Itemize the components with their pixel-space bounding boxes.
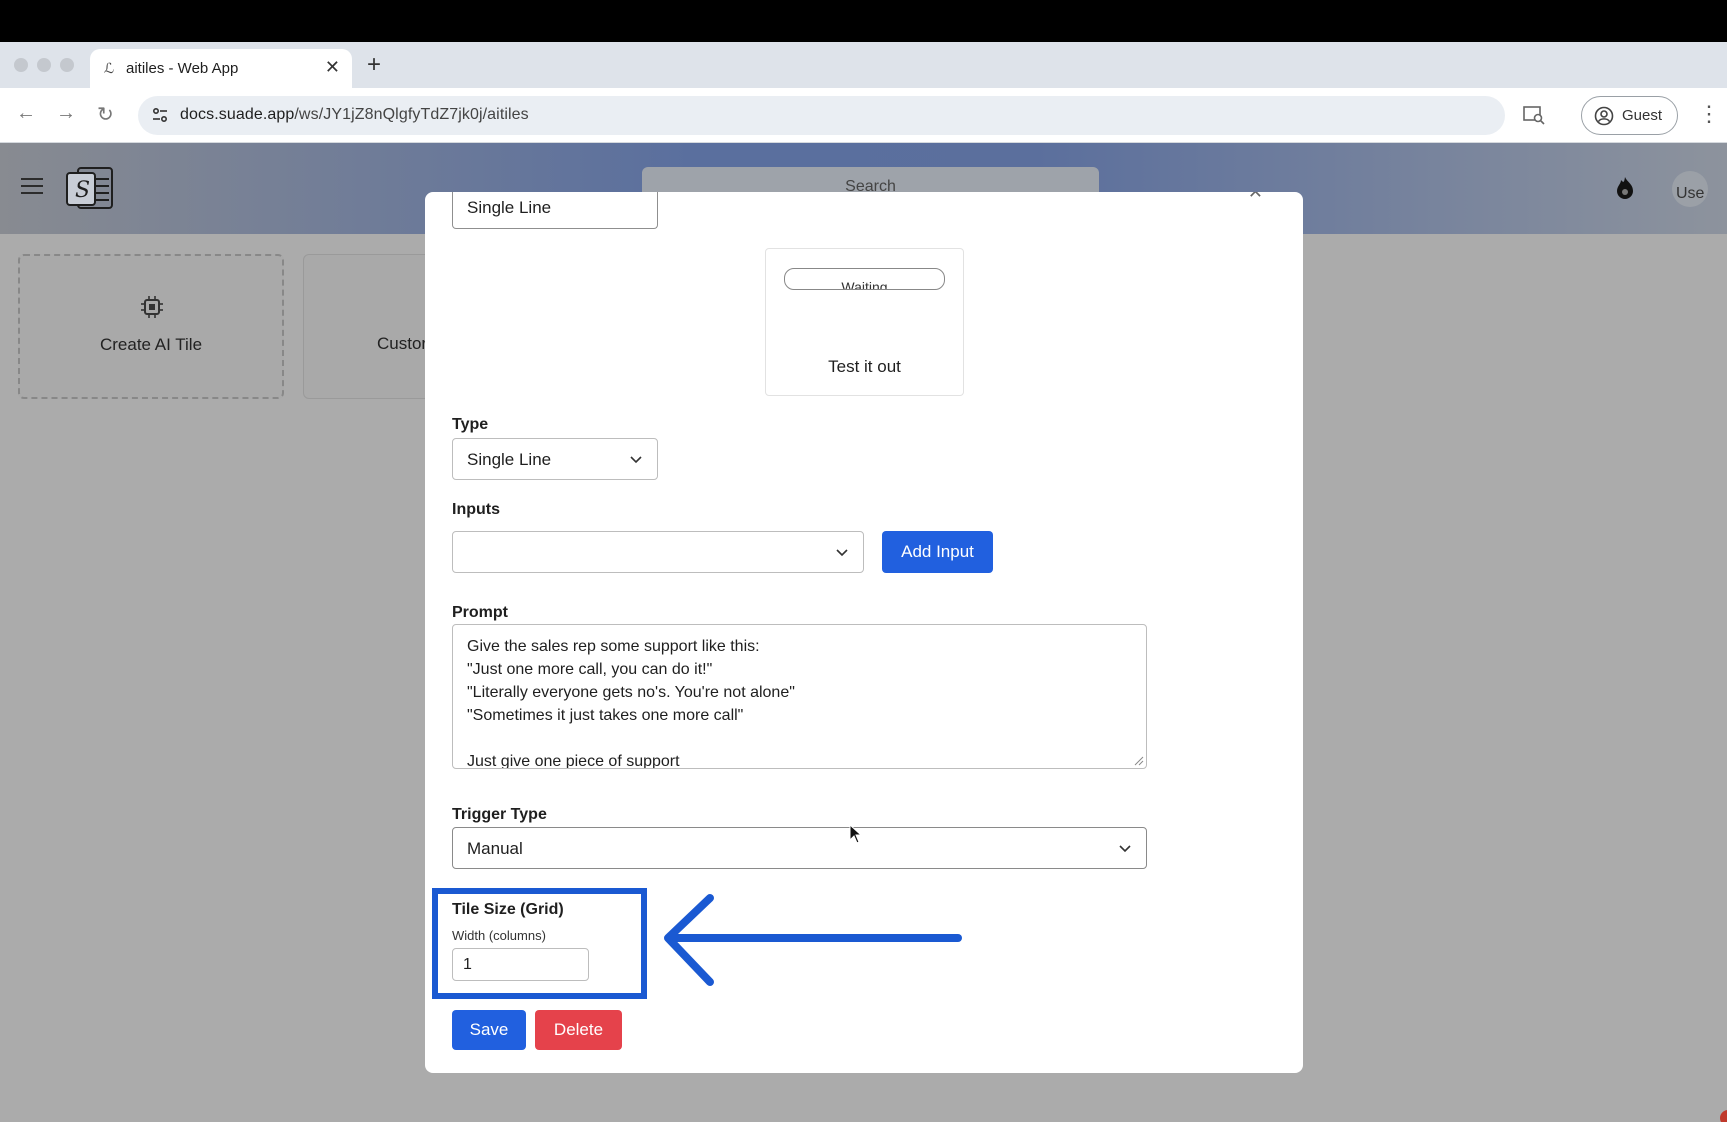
recording-indicator (1720, 1110, 1727, 1122)
save-button[interactable]: Save (452, 1010, 526, 1050)
trigger-type-label: Trigger Type (452, 806, 547, 823)
reload-icon[interactable]: ↻ (97, 102, 114, 127)
delete-button[interactable]: Delete (535, 1010, 622, 1050)
profile-label: Guest (1622, 107, 1663, 124)
site-settings-icon[interactable] (150, 105, 170, 125)
inputs-label: Inputs (452, 501, 500, 518)
width-columns-value: 1 (463, 956, 472, 973)
mouse-cursor-icon (849, 824, 863, 844)
type-value: Single Line (467, 450, 552, 469)
chevron-down-icon (836, 549, 848, 557)
chevron-down-icon (630, 456, 642, 464)
create-ai-tile-card[interactable]: Create AI Tile (18, 254, 284, 399)
prompt-line: "Literally everyone gets no's. You're no… (467, 684, 795, 701)
add-input-button[interactable]: Add Input (882, 531, 993, 573)
app-logo: S (66, 167, 113, 209)
chip-icon (141, 296, 163, 318)
trigger-type-select[interactable]: Manual (452, 827, 1147, 869)
prompt-label: Prompt (452, 604, 508, 621)
profile-icon (1594, 106, 1614, 126)
cast-search-icon[interactable] (1523, 105, 1545, 125)
svg-text:S: S (75, 178, 90, 203)
url-input[interactable]: docs.suade.app/ws/JY1jZ8nQlgfyTdZ7jk0j/a… (138, 96, 1505, 135)
annotation-arrow (664, 894, 962, 986)
inputs-select[interactable] (452, 531, 864, 573)
prompt-textarea[interactable]: Give the sales rep some support like thi… (452, 624, 1147, 769)
window-zoom-dot[interactable] (60, 58, 74, 72)
width-columns-input[interactable]: 1 (452, 948, 589, 981)
custom-tile-label: Custor (377, 334, 428, 353)
forward-icon[interactable]: → (56, 102, 76, 125)
preview-status-pill: Waiting (784, 268, 945, 290)
close-icon[interactable]: ✕ (1248, 192, 1263, 203)
width-columns-label: Width (columns) (452, 928, 546, 943)
tab-favicon-icon: ℒ (104, 60, 115, 76)
preview-caption: Test it out (828, 357, 901, 376)
tab-title: aitiles - Web App (126, 60, 239, 77)
browser-menu-icon[interactable]: ⋮ (1698, 101, 1720, 127)
trigger-type-value: Manual (467, 839, 523, 858)
avatar-alt-text: Use (1676, 185, 1705, 202)
screen-top-bar (0, 0, 1727, 42)
resize-handle-icon[interactable] (1134, 756, 1144, 766)
prompt-line: "Just one more call, you can do it!" (467, 661, 713, 678)
window-close-dot[interactable] (14, 58, 28, 72)
tab-close-icon[interactable]: ✕ (325, 57, 340, 78)
chevron-down-icon (1119, 845, 1131, 853)
tile-preview[interactable]: Waiting Test it out (765, 248, 964, 396)
preview-status: Waiting (841, 279, 888, 290)
create-ai-tile-label: Create AI Tile (99, 335, 203, 354)
user-avatar[interactable]: Use (1672, 171, 1708, 207)
type-label: Type (452, 416, 489, 433)
prompt-line: Just give one piece of support (467, 753, 680, 769)
profile-button[interactable]: Guest (1581, 96, 1678, 135)
new-tab-icon[interactable]: + (367, 51, 381, 79)
tile-size-label: Tile Size (Grid) (452, 901, 564, 918)
fire-icon[interactable] (1612, 175, 1638, 201)
output-type-field[interactable]: Single Line (452, 192, 658, 229)
url-text: docs.suade.app/ws/JY1jZ8nQlgfyTdZ7jk0j/a… (180, 106, 529, 123)
type-select[interactable]: Single Line (452, 438, 658, 480)
window-minimize-dot[interactable] (37, 58, 51, 72)
browser-tab[interactable]: ℒ aitiles - Web App ✕ (90, 49, 352, 89)
menu-icon[interactable] (21, 178, 43, 196)
prompt-line: Give the sales rep some support like thi… (467, 638, 760, 655)
back-icon[interactable]: ← (16, 102, 36, 125)
prompt-line: "Sometimes it just takes one more call" (467, 707, 744, 724)
output-type-value: Single Line (467, 198, 552, 217)
